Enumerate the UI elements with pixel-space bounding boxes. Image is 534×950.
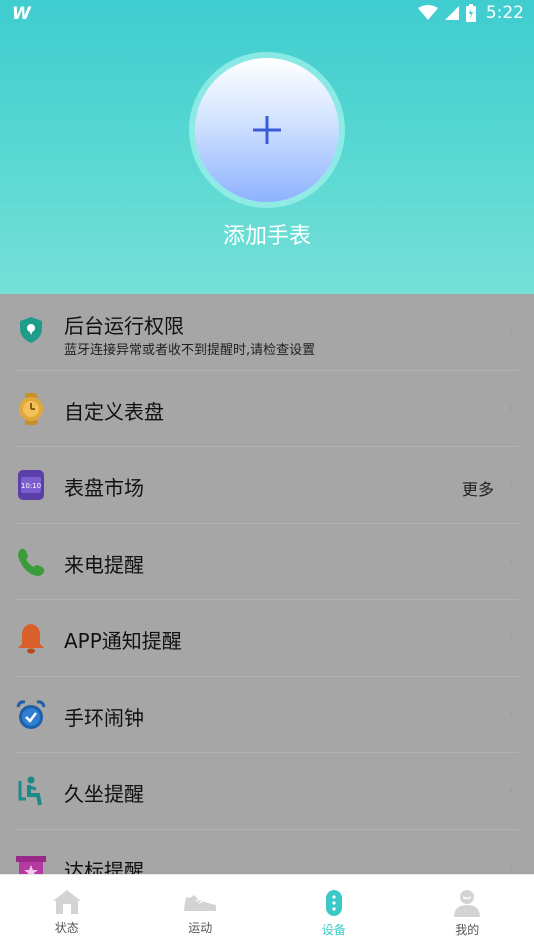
dial-market-icon: 10:10 (15, 469, 47, 501)
more-link[interactable]: 更多 (462, 476, 494, 500)
chevron-right-icon: › (508, 706, 514, 722)
tab-mine[interactable]: 我的 (401, 875, 534, 950)
svg-text:10:10: 10:10 (21, 482, 41, 490)
row-title: 自定义表盘 (64, 399, 164, 424)
add-watch-button[interactable] (189, 52, 345, 208)
tab-sport[interactable]: 运动 (134, 875, 268, 950)
header-banner: W 5:22 添加手表 (0, 0, 534, 294)
settings-row-custom-dial[interactable]: 自定义表盘 › (0, 371, 534, 447)
settings-row-call-reminder[interactable]: 来电提醒 › (0, 524, 534, 600)
chevron-right-icon: › (508, 859, 514, 875)
phone-icon (15, 546, 47, 578)
shoe-icon (184, 895, 217, 911)
band-icon (325, 890, 342, 916)
settings-row-dial-market[interactable]: 10:10 表盘市场 更多 › (0, 447, 534, 524)
bottom-tab-bar: 状态 运动 设备 我的 (0, 874, 534, 950)
settings-row-band-alarm[interactable]: 手环闹钟 › (0, 677, 534, 753)
settings-row-sedentary-reminder[interactable]: 久坐提醒 › (0, 753, 534, 830)
add-watch-title[interactable]: 添加手表 (0, 218, 534, 250)
shield-location-icon (15, 314, 47, 346)
tab-label: 设备 (321, 923, 346, 937)
status-icons: 5:22 (417, 3, 524, 23)
add-watch-circle[interactable] (195, 58, 339, 202)
row-title: 后台运行权限 (64, 314, 184, 338)
wifi-icon (417, 5, 438, 20)
bell-icon (15, 622, 47, 654)
app-logo: W (12, 4, 31, 24)
tab-label: 状态 (54, 921, 79, 935)
status-bar: W 5:22 (0, 0, 534, 28)
alarm-clock-icon (15, 699, 47, 731)
person-icon (454, 890, 481, 917)
sitting-icon (15, 775, 47, 807)
tab-label: 运动 (188, 921, 213, 935)
tab-device[interactable]: 设备 (267, 875, 401, 950)
chevron-right-icon: › (508, 400, 514, 416)
row-title: 手环闹钟 (64, 705, 144, 730)
settings-row-app-notification[interactable]: APP通知提醒 › (0, 600, 534, 677)
row-title: 来电提醒 (64, 552, 144, 577)
chevron-right-icon: › (508, 477, 514, 492)
row-subtitle: 蓝牙连接异常或者收不到提醒时,请检查设置 (64, 343, 316, 358)
chevron-right-icon: › (508, 630, 514, 645)
settings-row-background-permission[interactable]: 后台运行权限 蓝牙连接异常或者收不到提醒时,请检查设置 › (0, 294, 534, 371)
tab-label: 我的 (455, 923, 480, 937)
watch-face-icon (15, 392, 47, 425)
row-title: 表盘市场 (64, 476, 144, 500)
plus-icon (253, 116, 281, 144)
chevron-right-icon: › (508, 553, 514, 569)
signal-icon (444, 6, 459, 20)
settings-list: 后台运行权限 蓝牙连接异常或者收不到提醒时,请检查设置 › 自定义表盘 › 10… (0, 294, 534, 906)
chevron-right-icon: › (508, 783, 514, 798)
row-title: APP通知提醒 (64, 629, 182, 653)
home-icon (52, 890, 81, 914)
tab-status[interactable]: 状态 (0, 875, 134, 950)
battery-icon (465, 4, 476, 22)
chevron-right-icon: › (508, 324, 514, 339)
status-time: 5:22 (485, 3, 524, 23)
row-title: 久坐提醒 (64, 782, 144, 806)
